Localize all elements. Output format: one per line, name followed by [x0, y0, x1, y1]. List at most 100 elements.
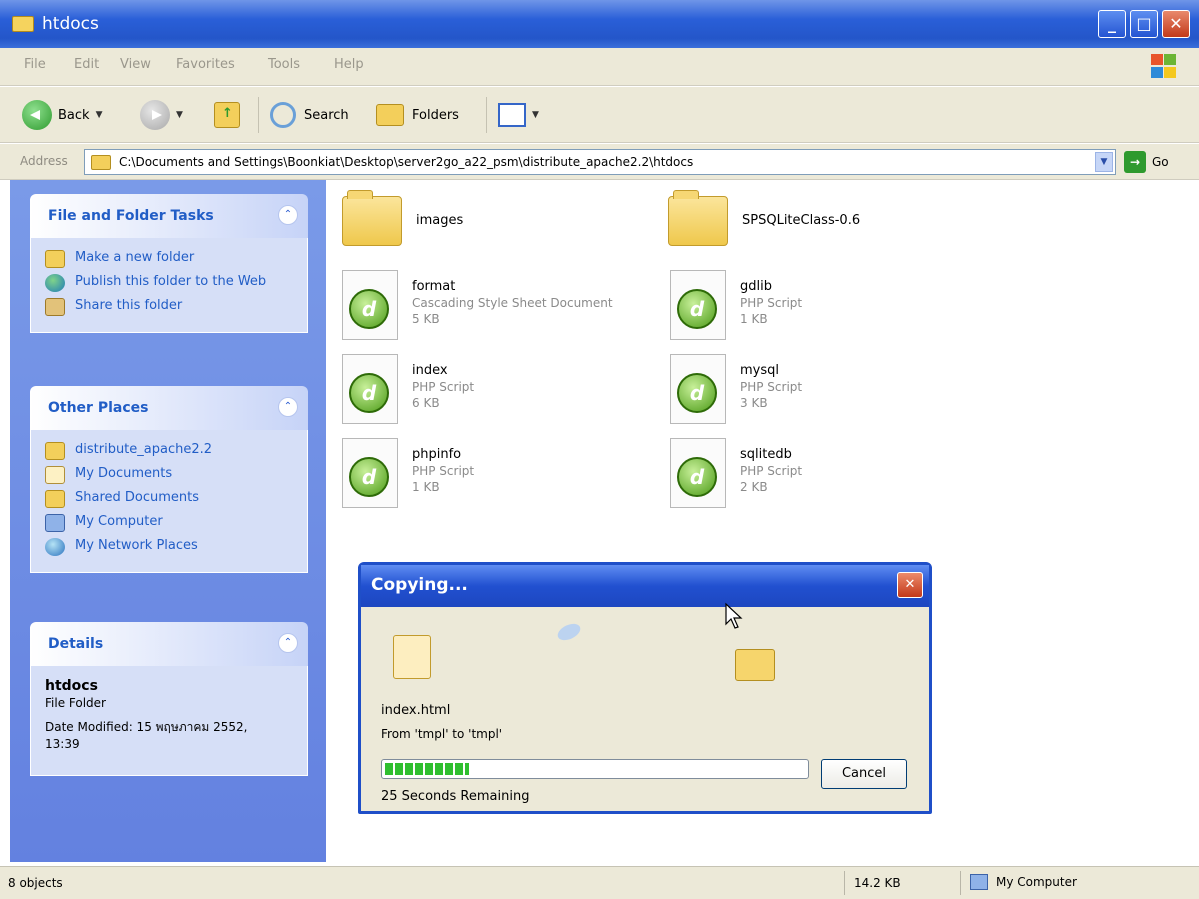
file-type: Cascading Style Sheet Document: [412, 296, 613, 310]
file-name: mysql: [740, 363, 779, 378]
details-panel: Details ⌃ htdocs File Folder Date Modifi…: [30, 622, 308, 776]
network-icon: [45, 538, 65, 556]
go-button[interactable]: → Go: [1124, 151, 1169, 173]
source-document-icon: [393, 635, 431, 679]
chevron-down-icon[interactable]: ▼: [1095, 152, 1113, 172]
file-size: 2 KB: [740, 480, 768, 494]
dialog-close-button[interactable]: ✕: [897, 572, 923, 598]
globe-icon: [45, 274, 65, 292]
file-item-folder[interactable]: images: [342, 190, 464, 246]
computer-icon: [45, 514, 65, 532]
menu-tools[interactable]: Tools: [268, 57, 300, 72]
title-bar: htdocs _ □ ✕: [0, 0, 1199, 48]
file-item[interactable]: d gdlib PHP Script 1 KB: [670, 270, 802, 340]
destination-folder-icon: [735, 649, 775, 681]
address-input[interactable]: C:\Documents and Settings\Boonkiat\Deskt…: [84, 149, 1116, 175]
task-pane: File and Folder Tasks ⌃ Make a new folde…: [10, 180, 326, 862]
panel-title: Other Places: [48, 400, 149, 416]
panel-title: Details: [48, 636, 104, 652]
views-icon: [498, 103, 526, 127]
go-label: Go: [1152, 155, 1169, 169]
place-my-network-places[interactable]: My Network Places: [45, 538, 297, 556]
dreamweaver-file-icon: d: [670, 354, 726, 424]
place-distribute-apache[interactable]: distribute_apache2.2: [45, 442, 297, 460]
status-object-count: 8 objects: [8, 876, 63, 890]
folder-icon: [12, 16, 34, 32]
copying-dialog: Copying... ✕ index.html From 'tmpl' to '…: [358, 562, 932, 814]
collapse-icon[interactable]: ⌃: [278, 205, 298, 225]
file-item[interactable]: d sqlitedb PHP Script 2 KB: [670, 438, 802, 508]
menu-favorites[interactable]: Favorites: [176, 57, 235, 72]
dreamweaver-file-icon: d: [342, 270, 398, 340]
task-share-folder[interactable]: Share this folder: [45, 298, 297, 316]
status-divider: [844, 871, 845, 895]
file-name: images: [416, 213, 464, 228]
dreamweaver-file-icon: d: [670, 438, 726, 508]
search-button[interactable]: Search: [270, 99, 349, 131]
menu-edit[interactable]: Edit: [74, 57, 99, 72]
panel-header[interactable]: Other Places ⌃: [30, 386, 308, 430]
file-item-folder[interactable]: SPSQLiteClass-0.6: [668, 190, 861, 246]
file-type: PHP Script: [412, 464, 475, 478]
file-item[interactable]: d format Cascading Style Sheet Document …: [342, 270, 613, 340]
back-button[interactable]: Back ▼: [22, 99, 102, 131]
back-arrow-icon: [22, 100, 52, 130]
file-item[interactable]: d index PHP Script 6 KB: [342, 354, 474, 424]
file-name: SPSQLiteClass-0.6: [742, 213, 861, 228]
copying-file-name: index.html: [381, 703, 451, 718]
file-size: 1 KB: [740, 312, 768, 326]
place-my-computer[interactable]: My Computer: [45, 514, 297, 532]
menu-bar: File Edit View Favorites Tools Help: [0, 48, 1199, 86]
up-folder-button[interactable]: ↑: [214, 99, 240, 131]
windows-logo-icon: [1149, 52, 1179, 80]
file-type: PHP Script: [740, 464, 803, 478]
cancel-button[interactable]: Cancel: [821, 759, 907, 789]
details-modified: Date Modified: 15 พฤษภาคม 2552, 13:39: [45, 720, 248, 751]
folders-button[interactable]: Folders: [376, 99, 459, 131]
copy-progress-bar: [381, 759, 809, 779]
forward-arrow-icon: [140, 100, 170, 130]
address-label: Address: [20, 154, 68, 168]
chevron-down-icon[interactable]: ▼: [532, 110, 539, 120]
minimize-button[interactable]: _: [1098, 10, 1126, 38]
file-size: 1 KB: [412, 480, 440, 494]
views-button[interactable]: ▼: [498, 99, 539, 131]
file-item[interactable]: d phpinfo PHP Script 1 KB: [342, 438, 474, 508]
dreamweaver-file-icon: d: [342, 438, 398, 508]
menu-view[interactable]: View: [120, 57, 151, 72]
documents-icon: [45, 466, 65, 484]
search-icon: [270, 102, 296, 128]
task-publish-folder[interactable]: Publish this folder to the Web: [45, 274, 297, 292]
menu-help[interactable]: Help: [334, 57, 364, 72]
file-name: index: [412, 363, 448, 378]
folder-icon: [91, 155, 111, 170]
panel-header[interactable]: Details ⌃: [30, 622, 308, 666]
menu-file[interactable]: File: [24, 57, 46, 72]
chevron-down-icon[interactable]: ▼: [176, 110, 183, 120]
file-item[interactable]: d mysql PHP Script 3 KB: [670, 354, 802, 424]
file-folder-tasks-panel: File and Folder Tasks ⌃ Make a new folde…: [30, 194, 308, 333]
dialog-title-bar: Copying... ✕: [361, 565, 929, 607]
address-bar: Address C:\Documents and Settings\Boonki…: [0, 144, 1199, 180]
file-type: PHP Script: [412, 380, 475, 394]
panel-header[interactable]: File and Folder Tasks ⌃: [30, 194, 308, 238]
collapse-icon[interactable]: ⌃: [278, 633, 298, 653]
mouse-cursor-icon: [725, 602, 743, 629]
details-name: htdocs: [45, 678, 98, 694]
toolbar: Back ▼ ▼ ↑ Search Folders ▼: [0, 87, 1199, 143]
file-size: 5 KB: [412, 312, 440, 326]
progress-fill: [385, 763, 469, 775]
chevron-down-icon[interactable]: ▼: [96, 110, 103, 120]
place-my-documents[interactable]: My Documents: [45, 466, 297, 484]
window-title: htdocs: [42, 14, 99, 34]
search-label: Search: [304, 107, 349, 123]
task-make-new-folder[interactable]: Make a new folder: [45, 250, 297, 268]
folders-icon: [376, 104, 404, 126]
close-button[interactable]: ✕: [1162, 10, 1190, 38]
place-shared-documents[interactable]: Shared Documents: [45, 490, 297, 508]
collapse-icon[interactable]: ⌃: [278, 397, 298, 417]
forward-button[interactable]: ▼: [140, 99, 183, 131]
other-places-panel: Other Places ⌃ distribute_apache2.2 My D…: [30, 386, 308, 573]
computer-icon: [970, 874, 988, 890]
maximize-button[interactable]: □: [1130, 10, 1158, 38]
